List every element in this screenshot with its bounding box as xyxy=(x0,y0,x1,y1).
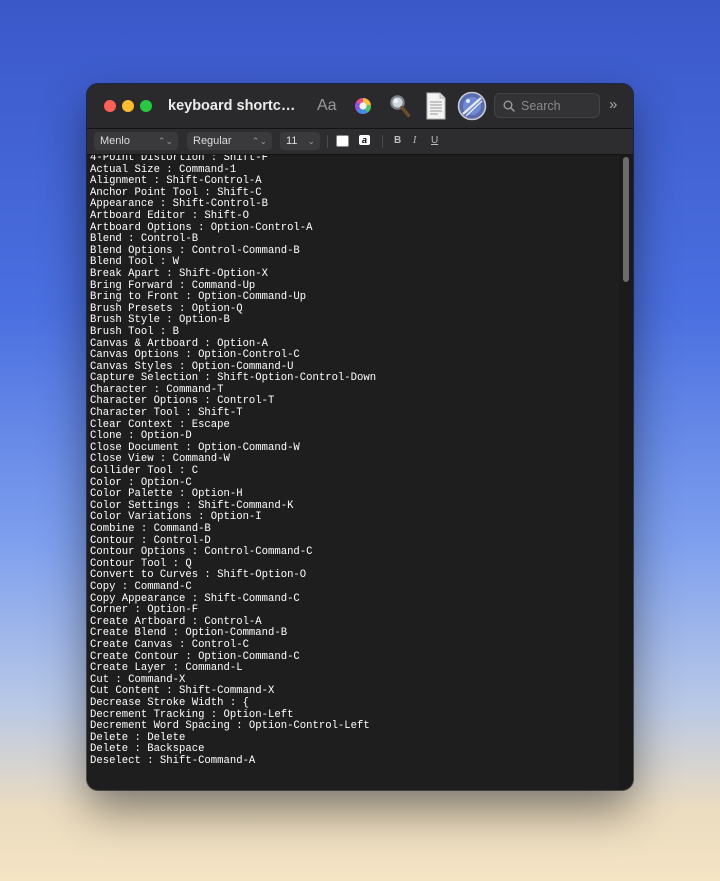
text-line: Decrease Stroke Width : { xyxy=(90,696,249,709)
format-bar: Menlo ⌃⌄ Regular ⌃⌄ 11 ⌄ a B I U xyxy=(87,129,633,155)
chevron-updown-icon: ⌃⌄ xyxy=(251,136,267,146)
title-bar[interactable]: keyboard shortcut... Aa Search » xyxy=(87,84,633,129)
chevron-updown-icon: ⌃⌄ xyxy=(157,136,173,146)
scrollbar-thumb[interactable] xyxy=(623,157,629,282)
underline-button[interactable]: U xyxy=(431,134,438,148)
text-line: Artboard Editor : Shift-O xyxy=(90,209,249,222)
search-icon xyxy=(503,100,515,112)
text-line: Canvas Options : Option-Control-C xyxy=(90,349,300,362)
network-globe-icon[interactable] xyxy=(457,91,487,121)
text-line: Brush Tool : B xyxy=(90,325,180,338)
chevron-down-icon: ⌄ xyxy=(307,136,315,146)
text-line: Create Layer : Command-L xyxy=(90,662,243,675)
font-style-value: Regular xyxy=(193,135,232,147)
bold-button[interactable]: B xyxy=(394,134,401,148)
text-line: Character Tool : Shift-T xyxy=(90,407,243,420)
text-color-swatch[interactable] xyxy=(336,135,349,147)
vertical-scrollbar[interactable] xyxy=(619,155,633,790)
text-line: Copy : Command-C xyxy=(90,580,192,593)
color-wheel-icon[interactable] xyxy=(354,97,372,115)
font-size-select[interactable]: 11 ⌄ xyxy=(280,132,320,150)
search-input[interactable] xyxy=(521,97,597,114)
minimize-window-button[interactable] xyxy=(122,100,134,112)
text-line: Collider Tool : C xyxy=(90,465,199,478)
font-style-select[interactable]: Regular ⌃⌄ xyxy=(187,132,272,150)
document-text[interactable]: 4-Point Distortion : Shift-F Actual Size … xyxy=(90,155,376,767)
font-size-value: 11 xyxy=(286,135,298,147)
search-field[interactable] xyxy=(494,93,600,118)
fonts-panel-button[interactable]: Aa xyxy=(317,96,337,116)
font-family-value: Menlo xyxy=(100,135,130,147)
close-window-button[interactable] xyxy=(104,100,116,112)
divider xyxy=(327,135,328,148)
text-content-area[interactable]: 4-Point Distortion : Shift-F Actual Size … xyxy=(87,155,633,790)
text-line: Deselect : Shift-Command-A xyxy=(90,754,256,767)
text-editor-window: keyboard shortcut... Aa Search » Menlo ⌃… xyxy=(87,84,633,790)
zoom-window-button[interactable] xyxy=(140,100,152,112)
text-line: Corner : Option-F xyxy=(90,604,199,617)
text-line: Blend : Control-B xyxy=(90,233,199,246)
text-line: Bring to Front : Option-Command-Up xyxy=(90,291,307,304)
window-title: keyboard shortcut... xyxy=(168,98,303,114)
text-line: Break Apart : Shift-Option-X xyxy=(90,267,269,280)
magnifier-icon[interactable] xyxy=(389,94,411,118)
font-family-select[interactable]: Menlo ⌃⌄ xyxy=(94,132,178,150)
document-icon[interactable] xyxy=(425,92,447,120)
text-line: Create Canvas : Control-C xyxy=(90,638,249,651)
italic-button[interactable]: I xyxy=(413,134,416,148)
highlight-color-swatch[interactable]: a xyxy=(359,135,370,145)
text-line: Combine : Command-B xyxy=(90,523,211,535)
divider xyxy=(382,135,383,148)
toolbar-overflow-button[interactable]: » xyxy=(609,95,618,115)
text-line: Decrement Word Spacing : Option-Control-… xyxy=(90,720,370,733)
